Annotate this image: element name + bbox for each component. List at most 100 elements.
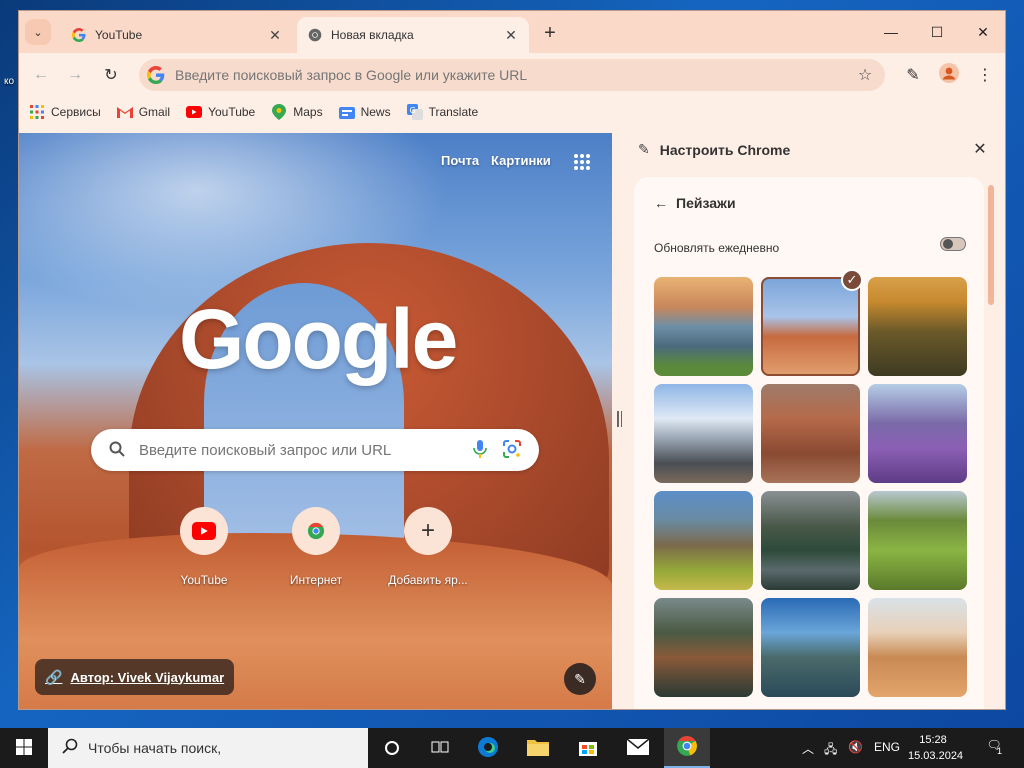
chrome-taskbar-button[interactable] [664,728,710,768]
attribution-link[interactable]: 🔗 Автор: Vivek Vijaykumar [35,659,235,695]
bookmark-news[interactable]: News [338,104,391,120]
background-thumbnail-selected[interactable] [761,277,860,376]
folder-icon [527,738,549,759]
bookmark-services[interactable]: Сервисы [29,104,101,120]
menu-button[interactable]: ⋮ [971,61,999,89]
side-panel-header: ✎ Настроить Chrome [638,141,790,158]
shortcut-label: YouTube [180,573,228,587]
reload-button[interactable]: ↻ [97,61,125,89]
microphone-icon[interactable] [473,439,487,461]
volume-muted-icon[interactable]: 🔇 [848,740,863,754]
bookmark-label: Maps [293,105,323,119]
background-thumbnail[interactable] [868,491,967,590]
chevron-down-icon: ⌄ [33,26,43,39]
windows-taskbar: Чтобы начать поиск, ︿ 🖧 🔇 ENG 15:28 15.0… [0,728,1024,768]
daily-refresh-label: Обновлять ежедневно [654,241,780,255]
task-view-button[interactable] [370,728,414,768]
store-taskbar-button[interactable] [566,728,610,768]
bookmark-label: YouTube [208,105,256,119]
tab-strip: ⌄ YouTube ✕ Новая вкладка ✕ + — ☐ ✕ [19,11,1005,53]
bookmarks-bar: Сервисы Gmail YouTube Maps News G Transl… [19,97,1005,127]
customize-fab-button[interactable]: ✎ [564,663,596,695]
back-button[interactable]: ← [27,61,55,89]
tab-new-tab[interactable]: Новая вкладка ✕ [297,17,529,53]
pencil-icon: ✎ [638,141,650,157]
bookmark-label: Gmail [138,105,171,119]
ntp-search-box[interactable] [91,429,539,471]
background-thumbnail[interactable] [868,598,967,697]
taskbar-search-placeholder: Чтобы начать поиск, [88,740,222,756]
customize-pencil-button[interactable]: ✎ [899,61,927,89]
selected-check-icon: ✓ [841,269,863,291]
new-tab-button[interactable]: + [539,23,561,45]
shortcut-youtube[interactable]: YouTube [159,507,249,587]
start-button[interactable] [0,728,48,768]
youtube-icon [186,104,203,120]
backgrounds-card: ← Пейзажи Обновлять ежедневно ✓ [634,177,984,709]
ntp-search-input[interactable] [139,441,473,459]
maximize-button[interactable]: ☐ [915,19,959,45]
background-thumbnail[interactable] [654,384,753,483]
apps-grid-icon [29,104,45,120]
bookmark-star-icon[interactable]: ☆ [851,65,879,85]
store-bag-icon [578,737,598,760]
bookmark-gmail[interactable]: Gmail [116,104,171,120]
bookmark-youtube[interactable]: YouTube [186,104,255,120]
shortcut-add[interactable]: + Добавить яр... [383,507,473,587]
background-thumbnail[interactable] [761,384,860,483]
forward-button[interactable]: → [61,61,89,89]
close-tab-icon[interactable]: ✕ [503,27,519,44]
windows-logo-icon [16,738,32,758]
omnibox-input[interactable] [175,67,851,83]
system-clock[interactable]: 15:28 15.03.2024 [908,732,964,764]
profile-button[interactable] [935,61,963,89]
pencil-icon: ✎ [906,67,920,84]
network-icon[interactable]: 🖧 [824,740,837,761]
gmail-link[interactable]: Почта [441,153,479,168]
task-view-icon-button[interactable] [418,728,462,768]
task-view-icon [431,740,449,757]
new-tab-page: Почта Картинки Google YouTube [19,133,612,709]
back-to-categories-button[interactable]: ← Пейзажи [654,195,736,211]
google-lens-icon[interactable] [503,439,521,461]
background-thumbnail[interactable] [654,277,753,376]
arrow-right-icon: → [67,66,83,83]
tab-search-button[interactable]: ⌄ [25,19,51,45]
chrome-favicon-icon [307,27,323,43]
background-thumbnail[interactable] [868,277,967,376]
background-thumbnail[interactable] [654,598,753,697]
desktop-label: ко [4,76,15,87]
images-link[interactable]: Картинки [491,153,551,168]
link-icon: 🔗 [45,668,63,685]
background-thumbnail[interactable] [761,598,860,697]
close-tab-icon[interactable]: ✕ [267,27,283,44]
close-window-button[interactable]: ✕ [961,19,1005,45]
taskbar-search-box[interactable]: Чтобы начать поиск, [48,728,368,768]
daily-refresh-toggle[interactable] [940,237,966,251]
google-apps-icon[interactable] [573,153,591,171]
edge-taskbar-button[interactable] [466,728,510,768]
arrow-left-icon: ← [33,66,49,83]
search-icon [62,738,78,759]
minimize-button[interactable]: — [869,19,913,45]
address-bar[interactable]: ☆ [139,59,885,91]
background-thumbnail[interactable] [868,384,967,483]
notification-count-badge: 1 [997,746,1003,756]
arrow-left-icon: ← [654,195,668,211]
youtube-icon [180,507,228,555]
close-side-panel-button[interactable]: ✕ [968,139,992,163]
bookmark-translate[interactable]: G Translate [406,104,478,120]
tab-youtube[interactable]: YouTube ✕ [61,17,293,53]
clock-date: 15.03.2024 [908,750,964,762]
shortcut-internet[interactable]: Интернет [271,507,361,587]
background-thumbnail[interactable] [654,491,753,590]
background-thumbnail[interactable] [761,491,860,590]
bookmark-maps[interactable]: Maps [271,104,323,120]
search-icon [109,441,125,460]
shortcut-label: Добавить яр... [388,573,468,587]
file-explorer-taskbar-button[interactable] [516,728,560,768]
mail-taskbar-button[interactable] [616,728,660,768]
language-indicator[interactable]: ENG [874,740,900,754]
show-hidden-icons-chevron-icon[interactable]: ︿ [802,740,814,757]
side-panel-scrollbar[interactable] [988,185,994,305]
